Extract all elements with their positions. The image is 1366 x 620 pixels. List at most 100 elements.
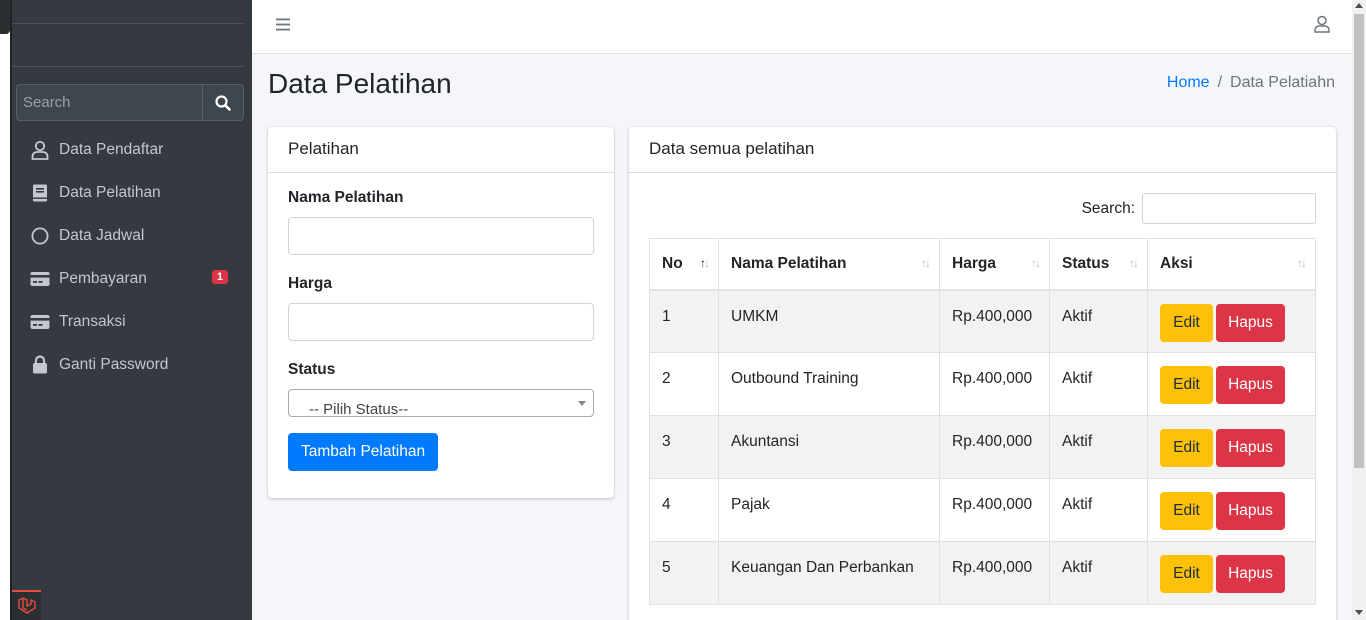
cell-harga: Rp.400,000	[939, 415, 1050, 479]
table-search-label: Search:	[1081, 199, 1135, 217]
cell-no: 4	[649, 478, 719, 542]
sidebar-item-data-pelatihan[interactable]: Data Pelatihan	[12, 171, 252, 214]
page-title: Data Pelatihan	[268, 68, 452, 99]
delete-button[interactable]: Hapus	[1216, 303, 1285, 342]
edit-button[interactable]: Edit	[1160, 366, 1213, 404]
form-card-title: Pelatihan	[268, 127, 614, 173]
sidebar-item-label: Data Pelatihan	[59, 183, 161, 201]
cell-no: 5	[649, 541, 719, 605]
table-card: Data semua pelatihan Search: No ↑↓ Nama P…	[629, 127, 1336, 620]
scroll-down-icon[interactable]	[1355, 610, 1363, 615]
delete-button[interactable]: Hapus	[1216, 366, 1285, 404]
cell-nama: Pajak	[718, 478, 940, 542]
sidebar-item-pembayaran[interactable]: Pembayaran 1	[12, 257, 252, 300]
column-header-harga[interactable]: Harga ↑↓	[939, 238, 1050, 291]
user-menu-icon[interactable]	[1314, 15, 1330, 38]
window-edge	[0, 0, 12, 620]
sort-icon: ↑↓	[1129, 256, 1139, 270]
harga-input[interactable]	[288, 303, 594, 341]
nama-pelatihan-input[interactable]	[288, 217, 594, 255]
sort-icon: ↑↓	[921, 256, 931, 270]
column-header-aksi[interactable]: Aksi ↑↓	[1147, 238, 1316, 291]
book-icon	[30, 183, 50, 203]
delete-button[interactable]: Hapus	[1216, 492, 1285, 530]
page-scrollbar[interactable]	[1352, 0, 1366, 620]
edit-button[interactable]: Edit	[1160, 555, 1213, 593]
cell-harga: Rp.400,000	[939, 478, 1050, 542]
edit-button[interactable]: Edit	[1160, 492, 1213, 530]
table-search-input[interactable]	[1142, 193, 1316, 224]
credit-card-icon	[30, 269, 50, 289]
chevron-down-icon	[578, 401, 586, 406]
pelatihan-form: Nama Pelatihan Harga Status -- Pilih Sta…	[268, 173, 614, 487]
user-icon	[30, 140, 50, 160]
breadcrumb-current: Data Pelatiahn	[1230, 74, 1335, 91]
sidebar-item-label: Transaksi	[59, 312, 126, 330]
table-row: 2 Outbound Training Rp.400,000 Aktif Edi…	[649, 352, 1316, 416]
scroll-up-icon[interactable]	[1355, 3, 1363, 8]
cell-no: 3	[649, 415, 719, 479]
cell-aksi: Edit Hapus	[1147, 541, 1316, 605]
table-card-title: Data semua pelatihan	[629, 127, 1336, 173]
sort-icon: ↑↓	[1297, 256, 1307, 270]
status-label: Status	[288, 361, 336, 378]
breadcrumb: Home / Data Pelatiahn	[1167, 74, 1335, 92]
sidebar-search	[16, 84, 244, 121]
table-row: 5 Keuangan Dan Perbankan Rp.400,000 Akti…	[649, 541, 1316, 605]
status-select[interactable]: -- Pilih Status--	[288, 389, 594, 417]
tambah-pelatihan-button[interactable]: Tambah Pelatihan	[288, 433, 439, 471]
cell-status: Aktif	[1049, 289, 1148, 353]
cell-aksi: Edit Hapus	[1147, 478, 1316, 542]
cell-no: 1	[649, 289, 719, 353]
pelatihan-table: No ↑↓ Nama Pelatihan ↑↓ Harga ↑↓ Status ↑↓ A…	[649, 238, 1316, 605]
cell-aksi: Edit Hapus	[1147, 289, 1316, 353]
cell-harga: Rp.400,000	[939, 352, 1050, 416]
search-icon	[215, 94, 231, 111]
sidebar-nav: Data Pendaftar Data Pelatihan Data Jadwa…	[12, 128, 252, 386]
cell-status: Aktif	[1049, 478, 1148, 542]
credit-card-icon	[30, 312, 50, 332]
delete-button[interactable]: Hapus	[1216, 555, 1285, 593]
sidebar-item-data-jadwal[interactable]: Data Jadwal	[12, 214, 252, 257]
table-row: 1 UMKM Rp.400,000 Aktif Edit Hapus	[649, 289, 1316, 353]
cell-nama: Outbound Training	[718, 352, 940, 416]
sidebar-item-transaksi[interactable]: Transaksi	[12, 300, 252, 343]
sidebar-item-label: Ganti Password	[59, 355, 169, 373]
scrollbar-thumb[interactable]	[1354, 14, 1364, 468]
cell-status: Aktif	[1049, 352, 1148, 416]
column-header-no[interactable]: No ↑↓	[649, 238, 719, 291]
sidebar-item-label: Pembayaran	[59, 269, 147, 287]
edit-button[interactable]: Edit	[1160, 429, 1213, 467]
column-header-status[interactable]: Status ↑↓	[1049, 238, 1148, 291]
sidebar-divider	[12, 66, 244, 67]
delete-button[interactable]: Hapus	[1216, 429, 1285, 467]
sidebar-item-label: Data Jadwal	[59, 226, 145, 244]
column-header-nama[interactable]: Nama Pelatihan ↑↓	[718, 238, 940, 291]
window-edge-block	[0, 0, 10, 34]
edit-button[interactable]: Edit	[1160, 303, 1213, 342]
menu-toggle-icon[interactable]	[276, 18, 290, 36]
top-navbar	[252, 0, 1352, 54]
cell-nama: UMKM	[718, 289, 940, 353]
notification-badge: 1	[211, 270, 228, 284]
table-search: Search:	[1082, 193, 1316, 224]
sort-ascending-icon: ↑↓	[700, 256, 710, 270]
nama-pelatihan-label: Nama Pelatihan	[288, 189, 404, 206]
cell-harga: Rp.400,000	[939, 541, 1050, 605]
table-row: 4 Pajak Rp.400,000 Aktif Edit Hapus	[649, 478, 1316, 542]
harga-label: Harga	[288, 275, 332, 292]
cell-aksi: Edit Hapus	[1147, 415, 1316, 479]
sidebar-item-data-pendaftar[interactable]: Data Pendaftar	[12, 128, 252, 171]
table-row: 3 Akuntansi Rp.400,000 Aktif Edit Hapus	[649, 415, 1316, 479]
cell-aksi: Edit Hapus	[1147, 352, 1316, 416]
circle-icon	[30, 226, 50, 246]
breadcrumb-home-link[interactable]: Home	[1167, 74, 1210, 91]
cell-harga: Rp.400,000	[939, 289, 1050, 353]
breadcrumb-separator: /	[1217, 74, 1223, 91]
sidebar-divider	[12, 23, 244, 24]
sidebar: Data Pendaftar Data Pelatihan Data Jadwa…	[12, 0, 252, 620]
table-header-row: No ↑↓ Nama Pelatihan ↑↓ Harga ↑↓ Status ↑↓ A…	[649, 238, 1316, 291]
sidebar-search-button[interactable]	[202, 84, 244, 121]
sidebar-search-input[interactable]	[16, 84, 202, 121]
sidebar-item-ganti-password[interactable]: Ganti Password	[12, 343, 252, 386]
